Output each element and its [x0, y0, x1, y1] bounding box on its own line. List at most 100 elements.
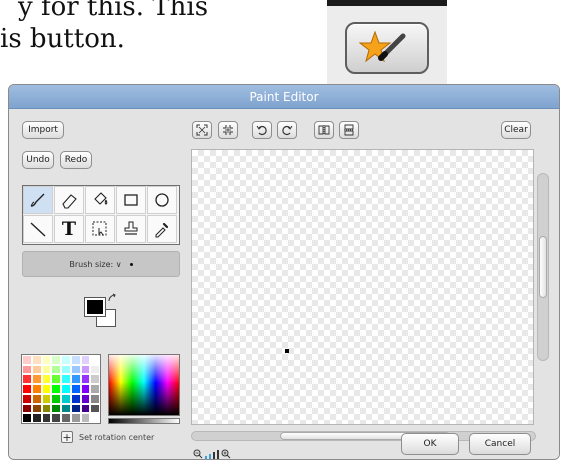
color-swatch[interactable]	[80, 393, 91, 404]
color-swatch[interactable]	[51, 355, 61, 365]
color-swatch[interactable]	[22, 384, 32, 394]
color-swatch[interactable]	[90, 393, 100, 404]
tool-ellipse[interactable]	[147, 186, 177, 214]
color-swatch[interactable]	[80, 355, 91, 365]
color-swatch[interactable]	[51, 393, 61, 404]
color-swatch[interactable]	[31, 393, 42, 404]
cancel-button[interactable]: Cancel	[469, 433, 531, 455]
color-swatch[interactable]	[80, 374, 91, 385]
zoom-level-bar[interactable]	[205, 456, 207, 459]
color-swatch[interactable]	[90, 355, 100, 365]
zoom-control[interactable]	[193, 449, 231, 459]
color-spectrum-picker[interactable]	[108, 354, 180, 416]
clear-button[interactable]: Clear	[501, 121, 531, 139]
color-swatch[interactable]	[31, 413, 42, 423]
color-swatch[interactable]	[22, 374, 32, 385]
zoom-level-bar[interactable]	[213, 452, 215, 459]
color-swatch[interactable]	[90, 364, 100, 375]
color-swatch[interactable]	[61, 384, 71, 394]
color-palette-grid[interactable]	[21, 354, 101, 424]
color-swatch[interactable]	[61, 364, 71, 375]
tool-select[interactable]	[85, 215, 115, 243]
tool-eyedropper[interactable]	[147, 215, 177, 243]
flip-horizontal-button[interactable]	[314, 121, 334, 139]
color-swatch[interactable]	[90, 374, 100, 385]
color-swatch[interactable]	[22, 393, 32, 404]
color-swatch[interactable]	[31, 403, 42, 414]
color-swatch[interactable]	[80, 384, 91, 394]
tool-eraser[interactable]	[54, 186, 84, 214]
zoom-out-icon[interactable]	[193, 449, 203, 459]
color-swatch[interactable]	[80, 403, 91, 414]
color-swatch[interactable]	[51, 364, 61, 375]
color-swatch[interactable]	[70, 364, 81, 375]
color-swatch[interactable]	[31, 384, 42, 394]
color-swatch[interactable]	[90, 384, 100, 394]
swap-colors-icon[interactable]	[107, 293, 117, 303]
color-swatch[interactable]	[51, 384, 61, 394]
vertical-scroll-thumb[interactable]	[539, 236, 547, 298]
color-swatch[interactable]	[51, 413, 61, 423]
color-swatch[interactable]	[41, 384, 52, 394]
color-swatch[interactable]	[41, 403, 52, 414]
color-swatch[interactable]	[41, 374, 52, 385]
color-swatch[interactable]	[41, 355, 52, 365]
grayscale-strip[interactable]	[108, 418, 180, 424]
color-swatch[interactable]	[80, 413, 91, 423]
color-swatch[interactable]	[31, 355, 42, 365]
rotation-label: Set rotation center	[79, 432, 155, 442]
tool-fill[interactable]	[85, 186, 115, 214]
brush-size-dot	[129, 262, 133, 266]
rotate-left-button[interactable]	[252, 121, 272, 139]
color-swatch[interactable]	[70, 403, 81, 414]
color-swatch[interactable]	[90, 413, 100, 423]
color-swatch[interactable]	[70, 355, 81, 365]
color-swatch[interactable]	[41, 393, 52, 404]
color-swatch[interactable]	[61, 413, 71, 423]
undo-button[interactable]: Undo	[22, 151, 54, 169]
redo-button[interactable]: Redo	[60, 151, 92, 169]
color-swatch[interactable]	[31, 374, 42, 385]
color-swatch[interactable]	[70, 374, 81, 385]
color-swatch[interactable]	[61, 374, 71, 385]
ok-button[interactable]: OK	[401, 433, 459, 455]
color-swatch[interactable]	[22, 364, 32, 375]
zoom-in-icon[interactable]	[221, 449, 231, 459]
grow-button[interactable]	[192, 121, 212, 139]
shrink-button[interactable]	[218, 121, 238, 139]
color-swatch[interactable]	[80, 364, 91, 375]
tool-line[interactable]	[23, 215, 53, 243]
color-swatch[interactable]	[70, 393, 81, 404]
color-swatch[interactable]	[61, 403, 71, 414]
paint-new-sprite-button[interactable]	[345, 22, 429, 74]
color-swatch[interactable]	[41, 364, 52, 375]
zoom-level-bar[interactable]	[209, 454, 211, 459]
color-swatch[interactable]	[61, 393, 71, 404]
color-swatch[interactable]	[22, 355, 32, 365]
color-swatch[interactable]	[51, 374, 61, 385]
rotate-right-button[interactable]	[277, 121, 297, 139]
color-swatch[interactable]	[31, 364, 42, 375]
color-swatch[interactable]	[22, 403, 32, 414]
color-swatch[interactable]	[61, 355, 71, 365]
paint-canvas[interactable]	[191, 149, 534, 425]
tool-paintbrush[interactable]	[23, 186, 53, 214]
color-swatch[interactable]	[41, 413, 52, 423]
color-swatch[interactable]	[70, 413, 81, 423]
flip-vertical-button[interactable]	[339, 121, 359, 139]
vertical-scrollbar[interactable]	[537, 173, 549, 361]
set-rotation-center[interactable]: + Set rotation center	[61, 431, 154, 443]
foreground-color-swatch[interactable]	[84, 297, 106, 317]
zoom-level-bar[interactable]	[217, 450, 219, 459]
color-swatch[interactable]	[22, 413, 32, 423]
eyedropper-icon	[155, 222, 169, 238]
tool-rectangle[interactable]	[116, 186, 146, 214]
tool-text[interactable]: T	[54, 215, 84, 243]
eraser-icon	[62, 194, 77, 209]
color-swatch[interactable]	[90, 403, 100, 414]
import-button[interactable]: Import	[22, 121, 64, 139]
brush-size-control[interactable]: Brush size: ∨	[22, 251, 180, 277]
color-swatch[interactable]	[70, 384, 81, 394]
color-swatch[interactable]	[51, 403, 61, 414]
tool-stamp[interactable]	[116, 215, 146, 243]
